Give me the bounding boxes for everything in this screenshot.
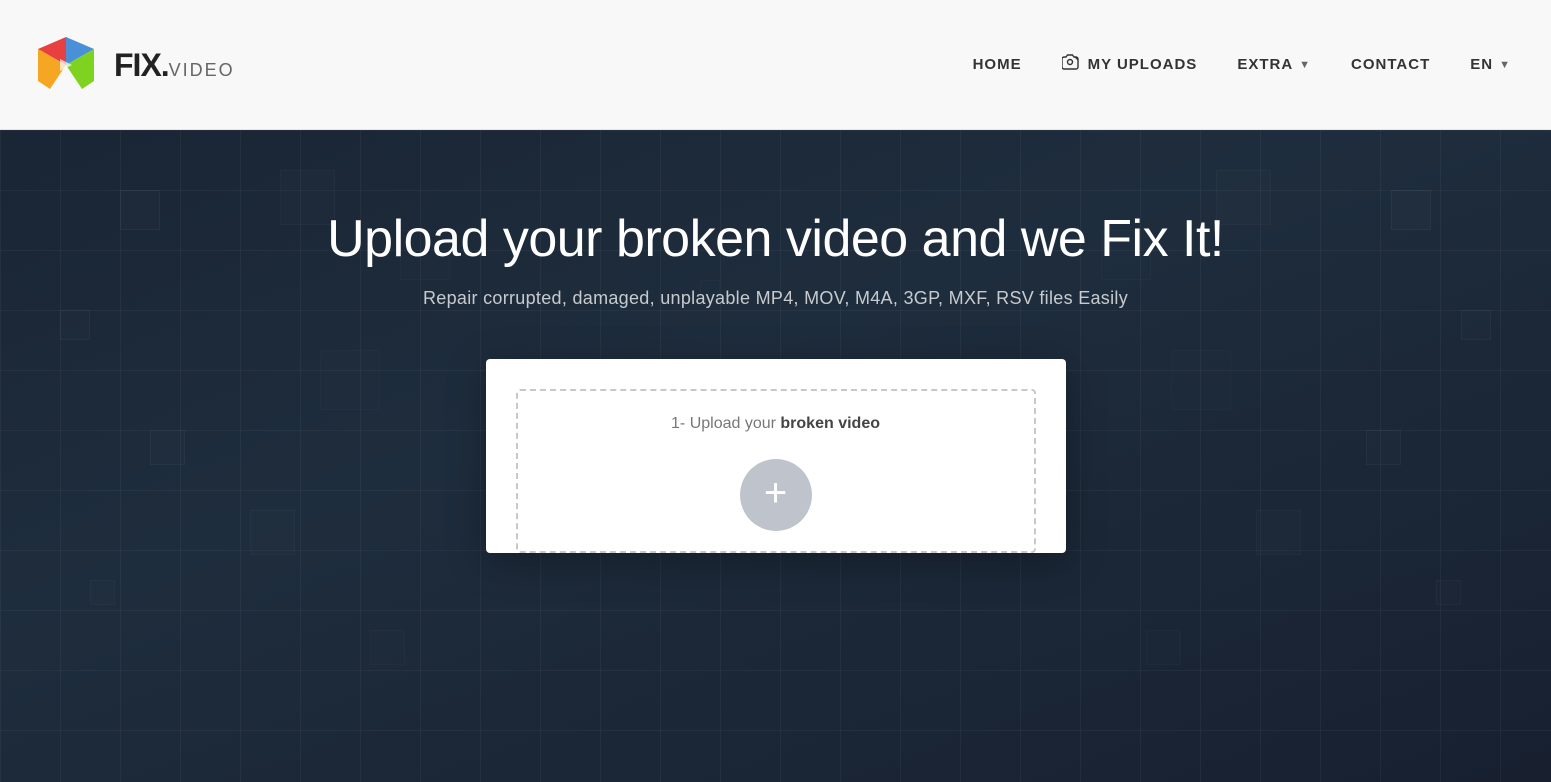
- upload-zone[interactable]: 1- Upload your broken video +: [516, 389, 1036, 553]
- lang-dropdown-arrow: ▼: [1499, 59, 1511, 71]
- logo-fix: FIX.: [114, 47, 169, 83]
- hero-content: Upload your broken video and we Fix It! …: [327, 210, 1224, 359]
- nav-contact[interactable]: CONTACT: [1351, 56, 1430, 73]
- hero-subtitle: Repair corrupted, damaged, unplayable MP…: [327, 288, 1224, 309]
- logo-text: FIX.VIDEO: [114, 49, 235, 81]
- logo[interactable]: FIX.VIDEO: [30, 29, 235, 101]
- main-nav: HOME MY UPLOADS EXTRA ▼ CONTACT EN ▼: [973, 54, 1511, 75]
- upload-plus-button[interactable]: +: [740, 459, 812, 531]
- camera-icon: [1062, 54, 1082, 75]
- nav-my-uploads[interactable]: MY UPLOADS: [1062, 54, 1198, 75]
- plus-icon: +: [764, 473, 787, 513]
- upload-label-prefix: 1- Upload your: [671, 415, 780, 432]
- logo-icon: [30, 29, 102, 101]
- nav-lang[interactable]: EN ▼: [1470, 56, 1511, 73]
- upload-card: 1- Upload your broken video +: [486, 359, 1066, 553]
- upload-zone-label: 1- Upload your broken video: [671, 415, 880, 433]
- upload-label-bold: broken video: [780, 415, 880, 432]
- extra-dropdown-arrow: ▼: [1299, 59, 1311, 71]
- hero-section: Upload your broken video and we Fix It! …: [0, 130, 1551, 782]
- nav-home[interactable]: HOME: [973, 56, 1022, 73]
- nav-extra[interactable]: EXTRA ▼: [1237, 56, 1311, 73]
- site-header: FIX.VIDEO HOME MY UPLOADS EXTRA ▼ CONTAC…: [0, 0, 1551, 130]
- logo-video: VIDEO: [169, 60, 235, 80]
- hero-title: Upload your broken video and we Fix It!: [327, 210, 1224, 270]
